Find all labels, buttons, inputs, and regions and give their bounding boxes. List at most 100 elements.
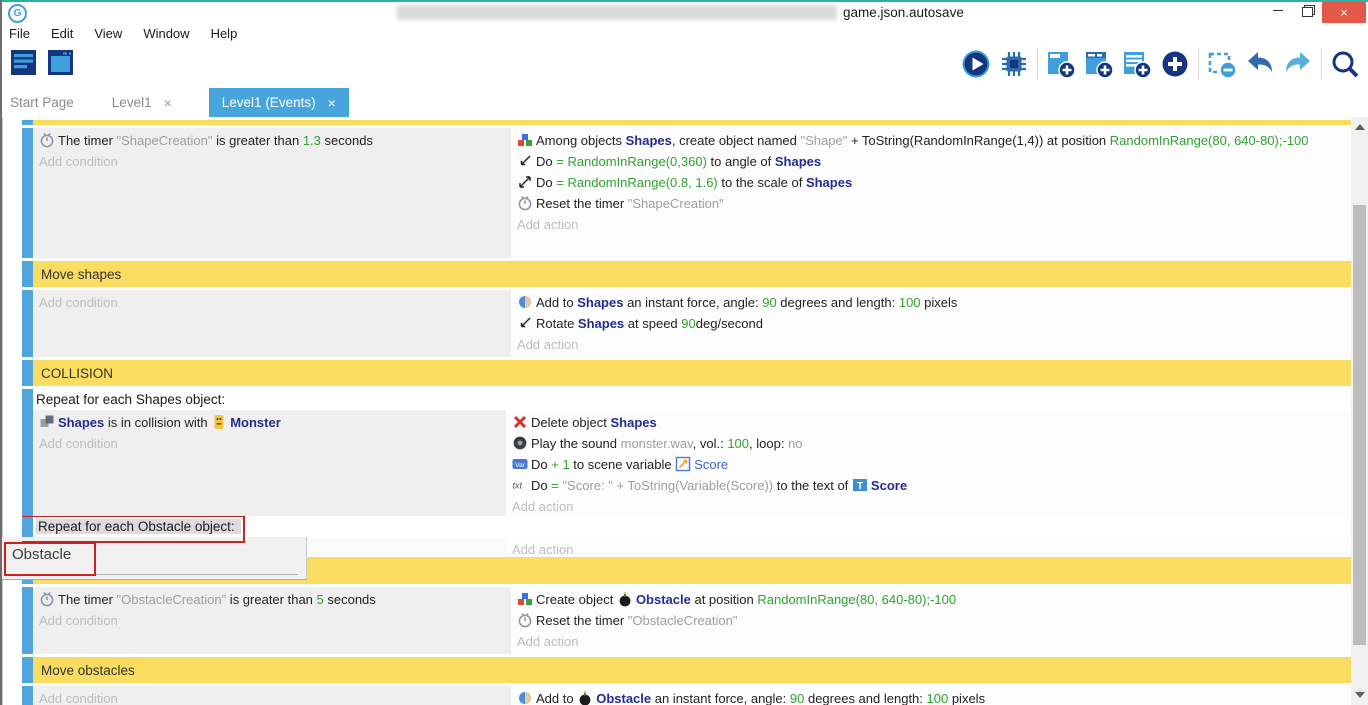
expression-value: 100: [927, 691, 949, 705]
scroll-up-arrow-icon[interactable]: [1355, 124, 1365, 130]
add-action-placeholder[interactable]: Add action: [512, 496, 1351, 516]
string-literal: no: [788, 436, 802, 451]
menu-item-view[interactable]: View: [94, 24, 122, 44]
text: Do: [536, 154, 556, 169]
event-action[interactable]: Play the sound monster.wav, vol.: 100, l…: [512, 433, 1351, 454]
event-action[interactable]: Create object Obstacle at position Rando…: [517, 589, 1351, 610]
add-action-placeholder[interactable]: Add action: [517, 334, 1351, 355]
event-action[interactable]: Reset the timer "ShapeCreation": [517, 193, 1351, 214]
event-action[interactable]: Rotate Shapes at speed 90deg/second: [517, 313, 1351, 334]
tab-start-page[interactable]: Start Page: [0, 88, 87, 117]
text: is in collision with: [104, 415, 211, 430]
actions-column: Add action: [506, 537, 1351, 557]
expression-value: 1.3: [303, 133, 321, 148]
event-action[interactable]: Add to Obstacle an instant force, angle:…: [517, 688, 1351, 705]
timer-icon: [39, 132, 55, 148]
event-condition[interactable]: The timer "ShapeCreation" is greater tha…: [39, 130, 511, 151]
project-manager-icon[interactable]: [9, 48, 39, 78]
minimize-button[interactable]: [1264, 2, 1292, 23]
event-action[interactable]: Add to Shapes an instant force, angle: 9…: [517, 292, 1351, 313]
add-comment-icon[interactable]: [1122, 49, 1152, 79]
txt-icon: txt: [512, 477, 528, 493]
comment-text[interactable]: Move shapes: [33, 261, 1351, 287]
event-action[interactable]: VarDo + 1 to scene variable Score: [512, 454, 1351, 475]
add-action-placeholder[interactable]: Add action: [512, 539, 1351, 557]
event-row: The timer "ObstacleCreation" is greater …: [22, 587, 1351, 654]
event-action[interactable]: Among objects Shapes, create object name…: [517, 130, 1351, 151]
tab-close-icon[interactable]: ×: [328, 95, 336, 111]
event-action[interactable]: txtDo = "Score: " + ToString(Variable(Sc…: [512, 475, 1351, 496]
text: Reset the timer: [536, 196, 628, 211]
expression-value: 90: [762, 295, 776, 310]
add-event-icon[interactable]: [1046, 49, 1076, 79]
foreach-header[interactable]: Repeat for each Obstacle object:: [33, 516, 1351, 537]
maximize-button[interactable]: [1294, 2, 1320, 23]
text: Delete object: [531, 415, 611, 430]
menu-bar: File Edit View Window Help: [0, 24, 1368, 44]
object-name: Shapes: [626, 133, 672, 148]
event-handle-bar: [22, 290, 33, 357]
rotate-icon: [517, 315, 533, 331]
event-condition[interactable]: The timer "ObstacleCreation" is greater …: [39, 589, 511, 610]
redo-icon[interactable]: [1283, 49, 1313, 79]
tab-level1[interactable]: Level1×: [99, 88, 185, 117]
toolbar-separator: [1198, 48, 1199, 80]
text: to angle of: [707, 154, 775, 169]
object-name-editor-popup: Obstacle: [0, 537, 307, 580]
add-subevent-icon[interactable]: [1084, 49, 1114, 79]
event-action[interactable]: Do = RandomInRange(0,360) to angle of Sh…: [517, 151, 1351, 172]
text: Add to: [536, 691, 577, 705]
text: Do: [536, 175, 556, 190]
scrollbar-thumb[interactable]: [1353, 205, 1366, 645]
event-action[interactable]: Do = RandomInRange(0.8, 1.6) to the scal…: [517, 172, 1351, 193]
comment-row: Move shapes: [22, 261, 1351, 287]
force-icon: [517, 690, 533, 705]
search-icon[interactable]: [1330, 49, 1360, 79]
debug-icon[interactable]: [999, 49, 1029, 79]
delete-event-icon[interactable]: [1207, 49, 1237, 79]
tab-label: Level1 (Events): [222, 95, 316, 110]
comment-row[interactable]: [33, 120, 1351, 125]
play-icon[interactable]: [961, 49, 991, 79]
comment-text[interactable]: Move obstacles: [33, 657, 1351, 683]
event-action[interactable]: Delete object Shapes: [512, 412, 1351, 433]
comment-text[interactable]: COLLISION: [33, 360, 1351, 386]
event-action[interactable]: Reset the timer "ObstacleCreation": [517, 610, 1351, 631]
menu-item-file[interactable]: File: [9, 24, 30, 44]
expression-value: = RandomInRange(0,360): [556, 154, 707, 169]
object-name-input[interactable]: Obstacle: [12, 546, 71, 563]
bomb-icon: [577, 690, 593, 705]
text: to the text of: [773, 478, 852, 493]
comment-row: Move obstacles: [22, 657, 1351, 683]
menu-item-window[interactable]: Window: [143, 24, 189, 44]
add-condition-placeholder[interactable]: Add condition: [39, 433, 506, 454]
event-handle-bar: [22, 360, 33, 386]
expression-value: + 1: [551, 457, 569, 472]
add-action-placeholder[interactable]: Add action: [517, 214, 1351, 235]
add-condition-placeholder[interactable]: Add condition: [39, 688, 511, 705]
foreach-event-row: Repeat for each Shapes object:Shapes is …: [22, 389, 1351, 516]
add-circle-icon[interactable]: [1160, 49, 1190, 79]
object-name: Shapes: [611, 415, 657, 430]
add-condition-placeholder[interactable]: Add condition: [39, 292, 511, 313]
scene-variable-icon: [675, 456, 691, 472]
menu-item-help[interactable]: Help: [211, 24, 238, 44]
add-condition-placeholder[interactable]: Add condition: [39, 151, 511, 172]
gdevelop-logo-icon: G: [8, 4, 27, 23]
add-condition-placeholder[interactable]: Add condition: [39, 610, 511, 631]
close-button[interactable]: ×: [1322, 2, 1366, 23]
string-literal: "Shape": [801, 133, 848, 148]
tab-level1-events-[interactable]: Level1 (Events) ×: [209, 88, 349, 117]
add-action-placeholder[interactable]: Add action: [517, 631, 1351, 652]
event-condition[interactable]: Shapes is in collision with Monster: [39, 412, 506, 433]
scene-editor-icon[interactable]: [46, 48, 76, 78]
vertical-scrollbar[interactable]: [1351, 117, 1368, 705]
text: The timer: [58, 133, 117, 148]
undo-icon[interactable]: [1245, 49, 1275, 79]
scroll-down-arrow-icon[interactable]: [1355, 692, 1365, 698]
menu-item-edit[interactable]: Edit: [51, 24, 73, 44]
text: Play the sound: [531, 436, 621, 451]
foreach-header[interactable]: Repeat for each Shapes object:: [33, 389, 1351, 410]
tab-close-icon[interactable]: ×: [164, 95, 172, 111]
text: The timer: [58, 592, 117, 607]
